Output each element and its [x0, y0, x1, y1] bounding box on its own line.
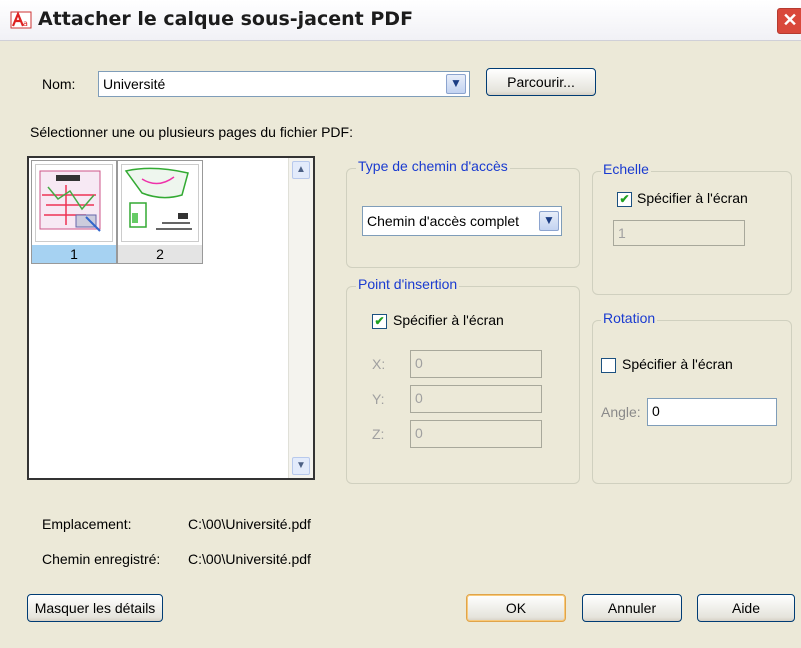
help-button[interactable]: Aide: [697, 594, 795, 622]
angle-label: Angle:: [601, 404, 641, 420]
angle-value: 0: [652, 403, 660, 419]
autocad-app-icon: a: [10, 10, 32, 30]
close-icon[interactable]: ✕: [777, 8, 801, 34]
location-value: C:\00\Université.pdf: [188, 516, 311, 532]
page-preview-image: [121, 164, 199, 242]
svg-text:a: a: [23, 19, 28, 28]
page-thumbnail[interactable]: 2: [117, 160, 203, 264]
z-input[interactable]: 0: [410, 420, 542, 448]
scale-specify-checkbox[interactable]: ✔: [617, 192, 632, 207]
saved-path-value: C:\00\Université.pdf: [188, 551, 311, 567]
y-label: Y:: [372, 391, 385, 407]
angle-input[interactable]: 0: [647, 398, 777, 426]
scale-specify-label: Spécifier à l'écran: [637, 190, 748, 206]
scroll-down-icon[interactable]: ▼: [292, 457, 310, 475]
cancel-button[interactable]: Annuler: [582, 594, 682, 622]
scale-input[interactable]: 1: [613, 220, 745, 246]
pages-list[interactable]: 1 2 ▲ ▼: [27, 156, 315, 480]
pages-scrollbar[interactable]: ▲ ▼: [288, 158, 313, 478]
rotation-specify-checkbox[interactable]: [601, 358, 616, 373]
y-input[interactable]: 0: [410, 385, 542, 413]
page-thumbnail[interactable]: 1: [31, 160, 117, 264]
chevron-down-icon[interactable]: ▼: [446, 74, 466, 94]
z-label: Z:: [372, 426, 385, 442]
saved-path-label: Chemin enregistré:: [42, 551, 161, 567]
scroll-up-icon[interactable]: ▲: [292, 161, 310, 179]
path-type-dropdown[interactable]: Chemin d'accès complet: [362, 206, 562, 236]
z-value: 0: [415, 425, 423, 441]
hide-details-button[interactable]: Masquer les détails: [27, 594, 163, 622]
page-number: 1: [32, 245, 116, 263]
name-value: Université: [103, 76, 166, 92]
x-label: X:: [372, 356, 386, 372]
path-type-title: Type de chemin d'accès: [356, 158, 510, 174]
scale-title: Echelle: [601, 161, 651, 177]
location-label: Emplacement:: [42, 516, 132, 532]
browse-button[interactable]: Parcourir...: [486, 68, 596, 96]
insertion-point-title: Point d'insertion: [356, 276, 460, 292]
name-label: Nom:: [42, 76, 76, 92]
rotation-specify-label: Spécifier à l'écran: [622, 356, 733, 372]
path-type-value: Chemin d'accès complet: [367, 213, 520, 229]
rotation-title: Rotation: [601, 310, 658, 326]
insertion-specify-label: Spécifier à l'écran: [393, 312, 504, 328]
scale-value: 1: [618, 225, 626, 241]
attach-pdf-dialog: a Attacher le calque sous-jacent PDF ✕ N…: [0, 0, 801, 648]
pages-label: Sélectionner une ou plusieurs pages du f…: [30, 124, 353, 140]
insertion-specify-checkbox[interactable]: ✔: [372, 314, 387, 329]
page-preview-image: [35, 164, 113, 242]
window-title: Attacher le calque sous-jacent PDF: [38, 8, 414, 30]
name-dropdown[interactable]: Université: [98, 71, 470, 97]
x-input[interactable]: 0: [410, 350, 542, 378]
x-value: 0: [415, 355, 423, 371]
ok-button[interactable]: OK: [466, 594, 566, 622]
chevron-down-icon[interactable]: ▼: [539, 211, 559, 231]
title-bar: a Attacher le calque sous-jacent PDF ✕: [0, 0, 801, 41]
y-value: 0: [415, 390, 423, 406]
page-number: 2: [118, 245, 202, 263]
